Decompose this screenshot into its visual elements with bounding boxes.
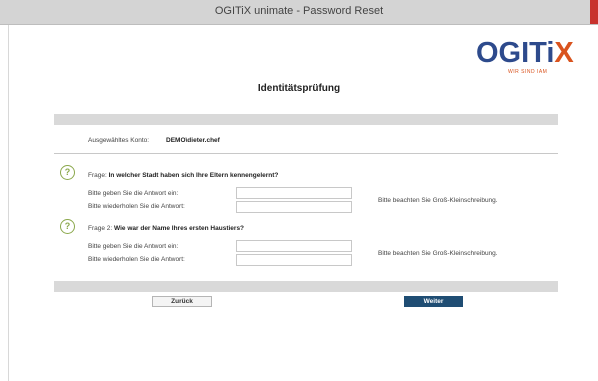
question-circle-icon: ? bbox=[60, 219, 75, 234]
question-1-repeat-label: Bitte wiederholen Sie die Antwort: bbox=[88, 203, 185, 210]
question-1: Frage: In welcher Stadt haben sich Ihre … bbox=[88, 172, 278, 179]
close-icon[interactable] bbox=[590, 0, 598, 24]
logo-text: OGITi bbox=[476, 37, 555, 69]
question-2-prefix: Frage 2: bbox=[88, 225, 113, 232]
question-2: Frage 2: Wie war der Name Ihres ersten H… bbox=[88, 225, 244, 232]
next-button[interactable]: Weiter bbox=[404, 296, 463, 307]
window-title: OGITiX unimate - Password Reset bbox=[214, 5, 384, 17]
question-2-answer-input[interactable] bbox=[236, 240, 352, 252]
footer-divider-bar bbox=[54, 281, 558, 292]
question-2-repeat-label: Bitte wiederholen Sie die Antwort: bbox=[88, 256, 185, 263]
question-circle-icon: ? bbox=[60, 165, 75, 180]
question-2-repeat-input[interactable] bbox=[236, 254, 352, 266]
account-divider bbox=[54, 153, 558, 154]
account-label: Ausgewähltes Konto: bbox=[88, 137, 150, 144]
account-value: DEMO\dieter.chef bbox=[166, 137, 220, 144]
question-1-prefix: Frage: bbox=[88, 172, 107, 179]
ogitix-logo: OGITiX WIR SIND IAM bbox=[476, 37, 574, 78]
logo-x: X bbox=[554, 37, 574, 69]
question-2-hint: Bitte beachten Sie Groß-Kleinschreibung. bbox=[378, 250, 498, 257]
question-1-answer-input[interactable] bbox=[236, 187, 352, 199]
question-2-text: Wie war der Name Ihres ersten Haustiers? bbox=[114, 225, 245, 232]
question-1-hint: Bitte beachten Sie Groß-Kleinschreibung. bbox=[378, 197, 498, 204]
question-1-answer-label: Bitte geben Sie die Antwort ein: bbox=[88, 190, 179, 197]
header-divider-bar bbox=[54, 114, 558, 125]
page-title: Identitätsprüfung bbox=[257, 83, 341, 94]
back-button[interactable]: Zurück bbox=[152, 296, 212, 307]
logo-tagline: WIR SIND IAM bbox=[508, 69, 548, 75]
question-1-repeat-input[interactable] bbox=[236, 201, 352, 213]
title-bar: OGITiX unimate - Password Reset bbox=[0, 0, 598, 25]
question-1-text: In welcher Stadt haben sich Ihre Eltern … bbox=[108, 172, 279, 179]
question-2-answer-label: Bitte geben Sie die Antwort ein: bbox=[88, 243, 179, 250]
